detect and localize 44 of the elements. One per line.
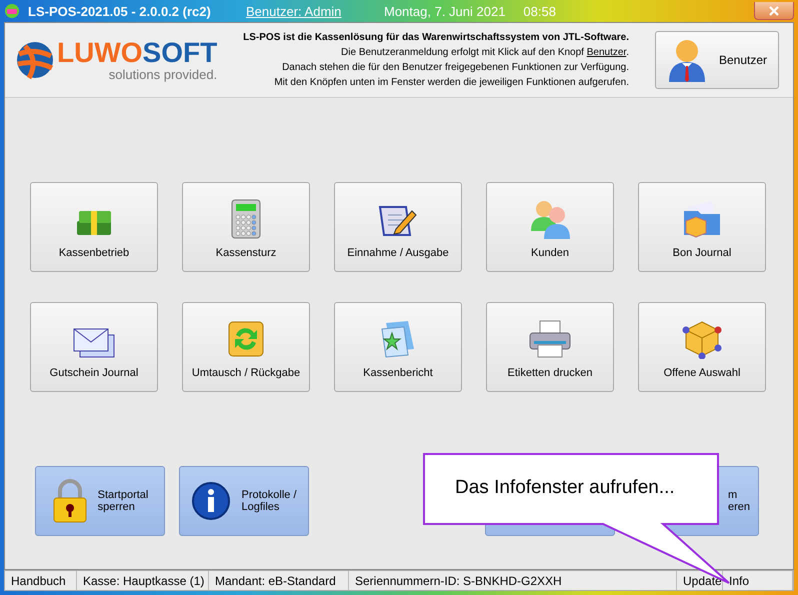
intro-text: Danach stehen die für den Benutzer freigegebenen Funktionen zur Verfügung. (281, 61, 629, 75)
date-text: Montag, 7. Juni 2021 (384, 4, 506, 18)
function-button[interactable]: Offene Auswahl (638, 302, 766, 392)
padlock-icon (52, 479, 88, 523)
status-item[interactable]: Update (677, 571, 723, 590)
intro-text: Mit den Knöpfen unten im Fenster werden die jeweiligen Funktionen aufgerufen. (273, 76, 629, 90)
status-item: Mandant: eB-Standard (209, 571, 349, 590)
intro-text: Die Benutzeranmeldung erfolgt mit Klick auf den Knopf Benutzer. (340, 46, 629, 60)
function-button[interactable]: Einnahme / Ausgabe (334, 182, 462, 272)
function-button[interactable]: Etiketten drucken (486, 302, 614, 392)
user-icon (666, 38, 707, 82)
logo-tagline: solutions provided. (108, 66, 218, 82)
function-button[interactable]: Kassenbetrieb (30, 182, 158, 272)
cube-icon (682, 319, 722, 359)
people-icon (530, 199, 570, 239)
close-button[interactable] (754, 2, 794, 20)
function-button[interactable]: Kassensturz (182, 182, 310, 272)
exchange-icon (226, 319, 266, 359)
time-text: 08:58 (523, 4, 556, 18)
globe-icon (15, 40, 55, 80)
status-item[interactable]: Info (723, 571, 793, 590)
printer-icon (528, 319, 572, 359)
function-button[interactable]: Gutschein Journal (30, 302, 158, 392)
window-title: LS-POS-2021.05 - 2.0.0.2 (rc2) (28, 4, 212, 18)
envelope-icon (72, 327, 116, 359)
tooltip-text: Das Infofenster aufrufen... (455, 477, 675, 499)
intro-title: LS-POS ist die Kassenlösung für das Warenwirtschaftssystem von JTL-Software. (242, 31, 629, 45)
action-button[interactable]: Startportal sperren (35, 466, 165, 536)
notepad-pencil-icon (378, 203, 418, 239)
folder-box-icon (682, 199, 722, 239)
user-button[interactable]: Benutzer (655, 31, 779, 89)
function-button[interactable]: Kunden (486, 182, 614, 272)
app-icon (4, 3, 20, 19)
action-button[interactable]: Protokolle / Logfiles (179, 466, 309, 536)
status-item[interactable]: Handbuch (5, 571, 77, 590)
status-item: Seriennummern-ID: S-BNKHD-G2XXH (349, 571, 677, 590)
function-button[interactable]: Kassenbericht (334, 302, 462, 392)
status-item: Kasse: Hauptkasse (1) (77, 571, 209, 590)
logo-wordmark: LUWOSOFT (57, 38, 218, 66)
function-button[interactable]: Umtausch / Rückgabe (182, 302, 310, 392)
info-icon (191, 481, 232, 521)
function-button[interactable]: Bon Journal (638, 182, 766, 272)
close-icon (769, 6, 779, 16)
calculator-icon (231, 199, 261, 239)
